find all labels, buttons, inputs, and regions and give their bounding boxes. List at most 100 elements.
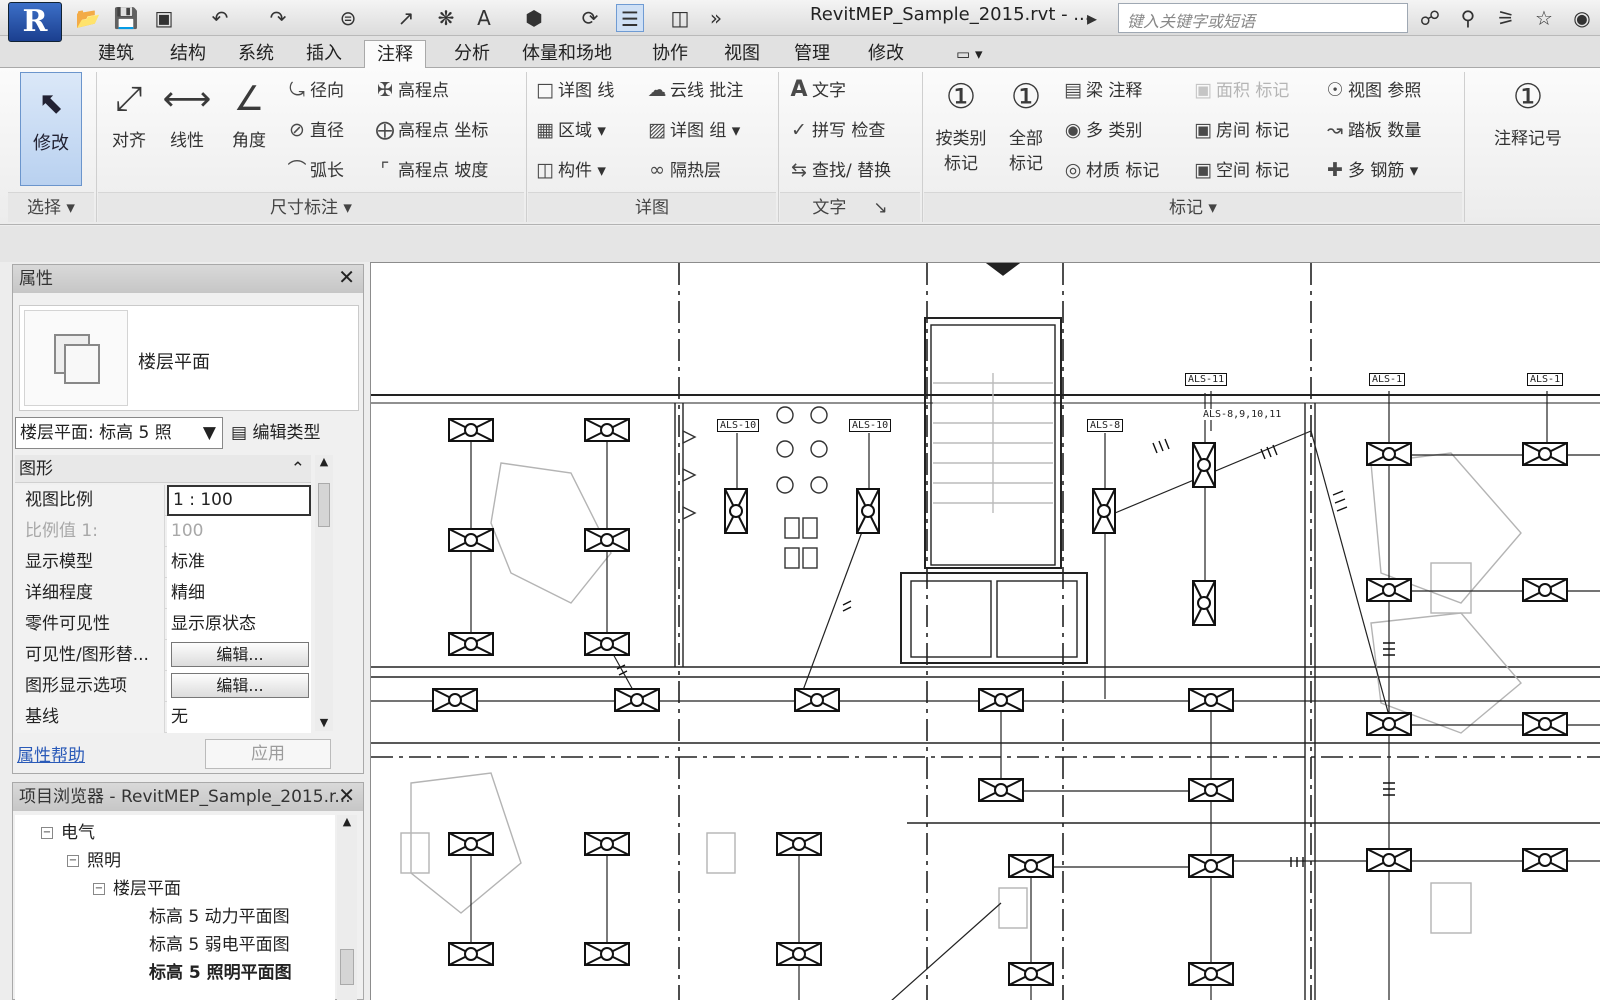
- more-icon[interactable]: »: [702, 4, 730, 32]
- search-input[interactable]: 键入关键字或短语: [1118, 3, 1408, 33]
- multi-rebar-button[interactable]: ✚ 多 钢筋 ▾: [1322, 156, 1418, 184]
- keynote-button[interactable]: ① 注释记号: [1478, 74, 1578, 149]
- spot-elevation-button[interactable]: ✠ 高程点: [372, 76, 449, 104]
- tree-leaf-lowvoltage-plan[interactable]: 标高 5 弱电平面图: [149, 931, 290, 959]
- detail-line-button[interactable]: □ 详图 线: [532, 76, 614, 104]
- radial-dimension-button[interactable]: ⤿ 径向: [284, 76, 344, 104]
- ribbon-minimize-icon[interactable]: ▭ ▾: [956, 40, 982, 68]
- room-tag-button[interactable]: ▣ 房间 标记: [1190, 116, 1289, 144]
- vg-overrides-edit-button[interactable]: 编辑...: [171, 642, 309, 667]
- circuit-tag[interactable]: ALS-8,9,10,11: [1203, 409, 1282, 420]
- save-icon[interactable]: 💾: [112, 4, 140, 32]
- view-type-selector[interactable]: 楼层平面: 标高 5 照 ▼: [15, 417, 223, 449]
- tree-leaf-power-plan[interactable]: 标高 5 动力平面图: [149, 903, 290, 931]
- circuit-tag[interactable]: ALS-10: [717, 419, 760, 432]
- drawing-canvas[interactable]: ALS-10 ALS-10 ALS-8 ALS-11 ALS-8,9,10,11…: [370, 262, 1600, 1000]
- aligned-dimension-button[interactable]: ⤢ 对齐: [104, 76, 154, 151]
- spelling-check-button[interactable]: ✓ 拼写 检查: [786, 116, 885, 144]
- tag-icon[interactable]: ❋: [432, 4, 460, 32]
- insulation-button[interactable]: ∞ 隔热层: [644, 156, 721, 184]
- find-replace-button[interactable]: ⇆ 查找/ 替换: [786, 156, 891, 184]
- circuit-tag[interactable]: ALS-11: [1185, 373, 1228, 386]
- redo-icon[interactable]: ↷: [264, 4, 292, 32]
- arc-length-dimension-button[interactable]: ⌒ 弧长: [284, 156, 344, 184]
- spot-slope-button[interactable]: ⌜ 高程点 坡度: [372, 156, 489, 184]
- beam-annotation-button[interactable]: ▤ 梁 注释: [1060, 76, 1142, 104]
- circuit-tag[interactable]: ALS-8: [1087, 419, 1124, 432]
- properties-help-link[interactable]: 属性帮助: [17, 741, 85, 766]
- browser-scrollbar[interactable]: ▲: [337, 815, 357, 1000]
- undo-icon[interactable]: ↶: [206, 4, 234, 32]
- linear-dimension-button[interactable]: ⟷ 线性: [162, 76, 212, 151]
- tab-modify[interactable]: 修改: [868, 40, 904, 68]
- modify-button[interactable]: ⬉ 修改: [20, 72, 82, 186]
- revision-cloud-button[interactable]: ☁ 云线 批注: [644, 76, 744, 104]
- tread-number-button[interactable]: ↝ 踏板 数量: [1322, 116, 1421, 144]
- open-icon[interactable]: 📂: [74, 4, 102, 32]
- tab-structure[interactable]: 结构: [170, 40, 206, 68]
- title-arrow-icon[interactable]: ▸: [1078, 4, 1106, 32]
- tree-node-lighting[interactable]: − 照明: [67, 847, 121, 875]
- edit-type-button[interactable]: ▤ 编辑类型: [231, 417, 320, 449]
- measure-icon[interactable]: ⊜: [334, 4, 362, 32]
- tab-systems[interactable]: 系统: [238, 40, 274, 68]
- section-icon[interactable]: ⟳: [576, 4, 604, 32]
- component-button[interactable]: ◫ 构件 ▾: [532, 156, 606, 184]
- detail-level-value[interactable]: 精细: [167, 578, 311, 609]
- detail-group-button[interactable]: ▨ 详图 组 ▾: [644, 116, 740, 144]
- circuit-tag[interactable]: ALS-1: [1369, 373, 1406, 386]
- region-button[interactable]: ▦ 区域 ▾: [532, 116, 606, 144]
- tab-insert[interactable]: 插入: [306, 40, 342, 68]
- tree-node-electrical[interactable]: − 电气: [41, 819, 95, 847]
- panel-detail-label[interactable]: 详图: [528, 192, 776, 222]
- close-icon[interactable]: ✕: [338, 265, 355, 289]
- diameter-dimension-button[interactable]: ⊘ 直径: [284, 116, 344, 144]
- parts-visibility-value[interactable]: 显示原状态: [167, 609, 311, 640]
- tag-all-button[interactable]: ① 全部 标记: [998, 74, 1054, 174]
- tree-leaf-lighting-plan[interactable]: 标高 5 照明平面图: [149, 959, 292, 987]
- subscription-icon[interactable]: ⚲: [1454, 4, 1482, 32]
- angular-dimension-button[interactable]: ∠ 角度: [222, 76, 276, 151]
- display-model-value[interactable]: 标准: [167, 547, 311, 578]
- user-icon[interactable]: ◉: [1568, 4, 1596, 32]
- tree-node-floor-plans[interactable]: − 楼层平面: [93, 875, 181, 903]
- circuit-tag[interactable]: ALS-1: [1527, 373, 1564, 386]
- communication-icon[interactable]: ⚞: [1492, 4, 1520, 32]
- material-tag-button[interactable]: ◎ 材质 标记: [1060, 156, 1160, 184]
- dimension-icon[interactable]: ↗: [392, 4, 420, 32]
- properties-scrollbar[interactable]: ▲ ▼: [315, 455, 333, 731]
- app-menu-button[interactable]: R: [8, 2, 62, 42]
- multi-category-button[interactable]: ◉ 多 类别: [1060, 116, 1143, 144]
- 3d-view-icon[interactable]: ⬢: [520, 4, 548, 32]
- tab-analyze[interactable]: 分析: [454, 40, 490, 68]
- close-icon[interactable]: ✕: [338, 783, 355, 807]
- tab-architecture[interactable]: 建筑: [98, 40, 134, 68]
- tab-view[interactable]: 视图: [724, 40, 760, 68]
- panel-tag-label[interactable]: 标记 ▾: [924, 192, 1462, 222]
- view-reference-button[interactable]: ☉ 视图 参照: [1322, 76, 1421, 104]
- tab-collaborate[interactable]: 协作: [652, 40, 688, 68]
- text-A-icon[interactable]: A: [470, 4, 498, 32]
- spot-coordinate-button[interactable]: ⨁ 高程点 坐标: [372, 116, 489, 144]
- panel-text-label[interactable]: 文字 ↘: [780, 192, 920, 222]
- sync-icon[interactable]: ▣: [150, 4, 178, 32]
- tab-annotate[interactable]: 注释: [364, 40, 426, 68]
- graphic-display-edit-button[interactable]: 编辑...: [171, 673, 309, 698]
- scroll-thumb[interactable]: [340, 949, 354, 985]
- view-scale-input[interactable]: 1 : 100: [167, 485, 311, 516]
- scroll-thumb[interactable]: [318, 483, 330, 527]
- thin-lines-icon[interactable]: ☰: [616, 4, 644, 32]
- circuit-tag[interactable]: ALS-10: [849, 419, 892, 432]
- binoculars-icon[interactable]: ☍: [1416, 4, 1444, 32]
- text-button[interactable]: A 文字: [786, 76, 846, 104]
- panel-select-label[interactable]: 选择 ▾: [8, 192, 94, 222]
- panel-dimension-label[interactable]: 尺寸标注 ▾: [98, 192, 524, 222]
- favorites-star-icon[interactable]: ☆: [1530, 4, 1558, 32]
- space-tag-button[interactable]: ▣ 空间 标记: [1190, 156, 1289, 184]
- tab-massing-site[interactable]: 体量和场地: [522, 40, 612, 68]
- close-hidden-icon[interactable]: ◫: [666, 4, 694, 32]
- tab-manage[interactable]: 管理: [794, 40, 830, 68]
- properties-group-graphics[interactable]: 图形 ⌃: [15, 455, 311, 483]
- tag-by-category-button[interactable]: ① 按类别 标记: [930, 74, 992, 174]
- underlay-value[interactable]: 无: [167, 702, 311, 733]
